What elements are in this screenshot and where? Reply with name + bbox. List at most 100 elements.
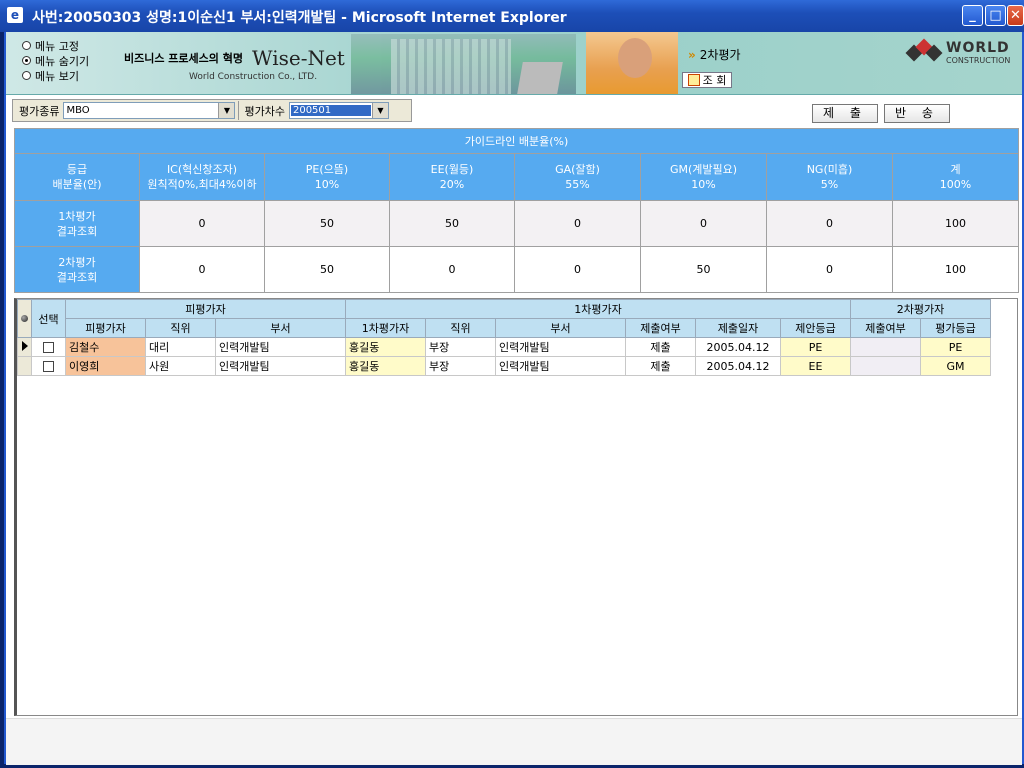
second-submitted-status bbox=[850, 337, 921, 357]
row-first-eval[interactable]: 1차평가 결과조회 bbox=[14, 200, 140, 247]
radio-icon bbox=[22, 71, 31, 80]
person-photo bbox=[586, 32, 678, 94]
proposed-grade: EE bbox=[780, 356, 851, 376]
minimize-button[interactable]: _ bbox=[962, 5, 983, 26]
menu-option-fixed[interactable]: 메뉴 고정 bbox=[22, 38, 89, 53]
final-grade[interactable]: PE bbox=[920, 337, 991, 357]
evaluation-grid[interactable]: 선택 피평가자 1차평가자 2차평가자 피평가자 직위 부서 1차평가자 직위 … bbox=[14, 298, 1018, 716]
column-header[interactable]: 제출일자 bbox=[695, 318, 781, 338]
group-header-evaluatee: 피평가자 bbox=[65, 299, 346, 319]
value-cell: 0 bbox=[514, 200, 641, 247]
nav-label: 2차평가 bbox=[699, 48, 741, 62]
column-header[interactable]: 피평가자 bbox=[65, 318, 146, 338]
menu-option-label: 메뉴 보기 bbox=[35, 69, 79, 83]
submitted-status: 제출 bbox=[625, 356, 696, 376]
eval-round-select[interactable]: 200501 ▼ bbox=[288, 102, 389, 119]
status-area bbox=[6, 718, 1022, 765]
menu-option-label: 메뉴 숨기기 bbox=[35, 54, 90, 68]
final-grade[interactable]: GM bbox=[920, 356, 991, 376]
query-button-label: 조 회 bbox=[702, 74, 727, 87]
column-header[interactable]: 평가등급 bbox=[920, 318, 991, 338]
submitted-date: 2005.04.12 bbox=[695, 337, 781, 357]
checkbox[interactable] bbox=[43, 361, 54, 372]
evaluator1-dept: 인력개발팀 bbox=[495, 356, 626, 376]
column-header[interactable]: 1차평가자 bbox=[345, 318, 426, 338]
guideline-table: 가이드라인 배분율(%) 등급 배분율(안) IC(혁신창조자) 원칙적0%,최대4… bbox=[14, 128, 1019, 293]
double-chevron-icon: » bbox=[688, 48, 696, 62]
evaluator1-position: 부장 bbox=[425, 337, 496, 357]
evaluatee-dept: 인력개발팀 bbox=[215, 356, 346, 376]
column-header[interactable]: 부서 bbox=[215, 318, 346, 338]
column-header[interactable]: 직위 bbox=[425, 318, 496, 338]
second-submitted-status bbox=[850, 356, 921, 376]
row-second-eval[interactable]: 2차평가 결과조회 bbox=[14, 246, 140, 293]
dropdown-arrow-icon[interactable]: ▼ bbox=[371, 103, 388, 118]
column-header[interactable]: 제출여부 bbox=[625, 318, 696, 338]
evaluatee-name: 이영희 bbox=[65, 356, 146, 376]
evaluatee-position: 사원 bbox=[145, 356, 216, 376]
grade-header: 등급 배분율(안) bbox=[14, 153, 140, 201]
grade-col-ng: NG(미흡) 5% bbox=[766, 153, 893, 201]
maximize-button[interactable]: □ bbox=[985, 5, 1006, 26]
eval-round-value: 200501 bbox=[290, 105, 371, 116]
row-indicator-header bbox=[17, 299, 32, 338]
maximize-icon: □ bbox=[989, 8, 1002, 23]
group-header-second-evaluator: 2차평가자 bbox=[850, 299, 991, 319]
submit-button[interactable]: 제 출 bbox=[812, 104, 878, 123]
logo-mark-icon bbox=[905, 38, 946, 65]
column-header[interactable]: 제안등급 bbox=[780, 318, 851, 338]
evaluatee-name: 김철수 bbox=[65, 337, 146, 357]
value-cell: 0 bbox=[766, 246, 893, 293]
value-cell: 100 bbox=[892, 200, 1019, 247]
header-banner: 메뉴 고정 메뉴 숨기기 메뉴 보기 비즈니스 프로세스의 혁명 Wise-Ne… bbox=[6, 32, 1022, 95]
return-button[interactable]: 반 송 bbox=[884, 104, 950, 123]
select-column-header: 선택 bbox=[31, 299, 66, 338]
arrow-right-icon bbox=[21, 340, 28, 351]
value-cell: 0 bbox=[766, 200, 893, 247]
checkbox[interactable] bbox=[43, 342, 54, 353]
row-checkbox-cell[interactable] bbox=[31, 356, 66, 376]
column-header[interactable]: 제출여부 bbox=[850, 318, 921, 338]
ie-icon: e bbox=[7, 7, 23, 23]
evaluatee-position: 대리 bbox=[145, 337, 216, 357]
group-header-first-evaluator: 1차평가자 bbox=[345, 299, 851, 319]
value-cell: 50 bbox=[640, 246, 767, 293]
value-cell: 0 bbox=[389, 246, 515, 293]
close-icon: ✕ bbox=[1010, 8, 1021, 23]
current-page-nav: » 2차평가 bbox=[688, 46, 741, 63]
value-cell: 50 bbox=[264, 246, 390, 293]
list-icon bbox=[687, 74, 700, 86]
evaluator1-dept: 인력개발팀 bbox=[495, 337, 626, 357]
brand-subtitle: World Construction Co., LTD. bbox=[189, 72, 318, 82]
value-cell: 0 bbox=[139, 246, 265, 293]
evaluator1-position: 부장 bbox=[425, 356, 496, 376]
value-cell: 0 bbox=[514, 246, 641, 293]
radio-selected-icon bbox=[22, 56, 31, 65]
dropdown-arrow-icon[interactable]: ▼ bbox=[218, 103, 235, 118]
grade-col-ga: GA(잘함) 55% bbox=[514, 153, 641, 201]
close-button[interactable]: ✕ bbox=[1007, 5, 1024, 26]
evaluator1-name: 홍길동 bbox=[345, 337, 426, 357]
table-row[interactable]: 이영희 사원 인력개발팀 홍길동 부장 인력개발팀 제출 2005.04.12 … bbox=[17, 356, 991, 376]
table-row[interactable]: 김철수 대리 인력개발팀 홍길동 부장 인력개발팀 제출 2005.04.12 … bbox=[17, 337, 991, 357]
proposed-grade: PE bbox=[780, 337, 851, 357]
value-cell: 0 bbox=[640, 200, 767, 247]
query-button[interactable]: 조 회 bbox=[682, 72, 732, 88]
guideline-title: 가이드라인 배분율(%) bbox=[14, 128, 1019, 154]
menu-option-show[interactable]: 메뉴 보기 bbox=[22, 68, 89, 83]
minimize-icon: _ bbox=[969, 8, 976, 23]
company-logo: WORLD CONSTRUCTION bbox=[905, 38, 1010, 65]
window-title: 사번:20050303 성명:1이순신1 부서:인력개발팀 - Microsof… bbox=[32, 10, 567, 26]
brand-name: Wise-Net bbox=[252, 46, 345, 70]
row-checkbox-cell[interactable] bbox=[31, 337, 66, 357]
menu-option-hide[interactable]: 메뉴 숨기기 bbox=[22, 53, 89, 68]
slogan-text: 비즈니스 프로세스의 혁명 bbox=[124, 52, 243, 65]
column-header[interactable]: 직위 bbox=[145, 318, 216, 338]
eval-type-select[interactable]: MBO ▼ bbox=[63, 102, 236, 119]
monitor-image bbox=[517, 62, 563, 94]
current-row-indicator bbox=[17, 337, 32, 357]
grade-col-pe: PE(으뜸) 10% bbox=[264, 153, 390, 201]
column-header[interactable]: 부서 bbox=[495, 318, 626, 338]
indicator-ball-icon bbox=[21, 315, 28, 322]
grade-col-total: 계 100% bbox=[892, 153, 1019, 201]
